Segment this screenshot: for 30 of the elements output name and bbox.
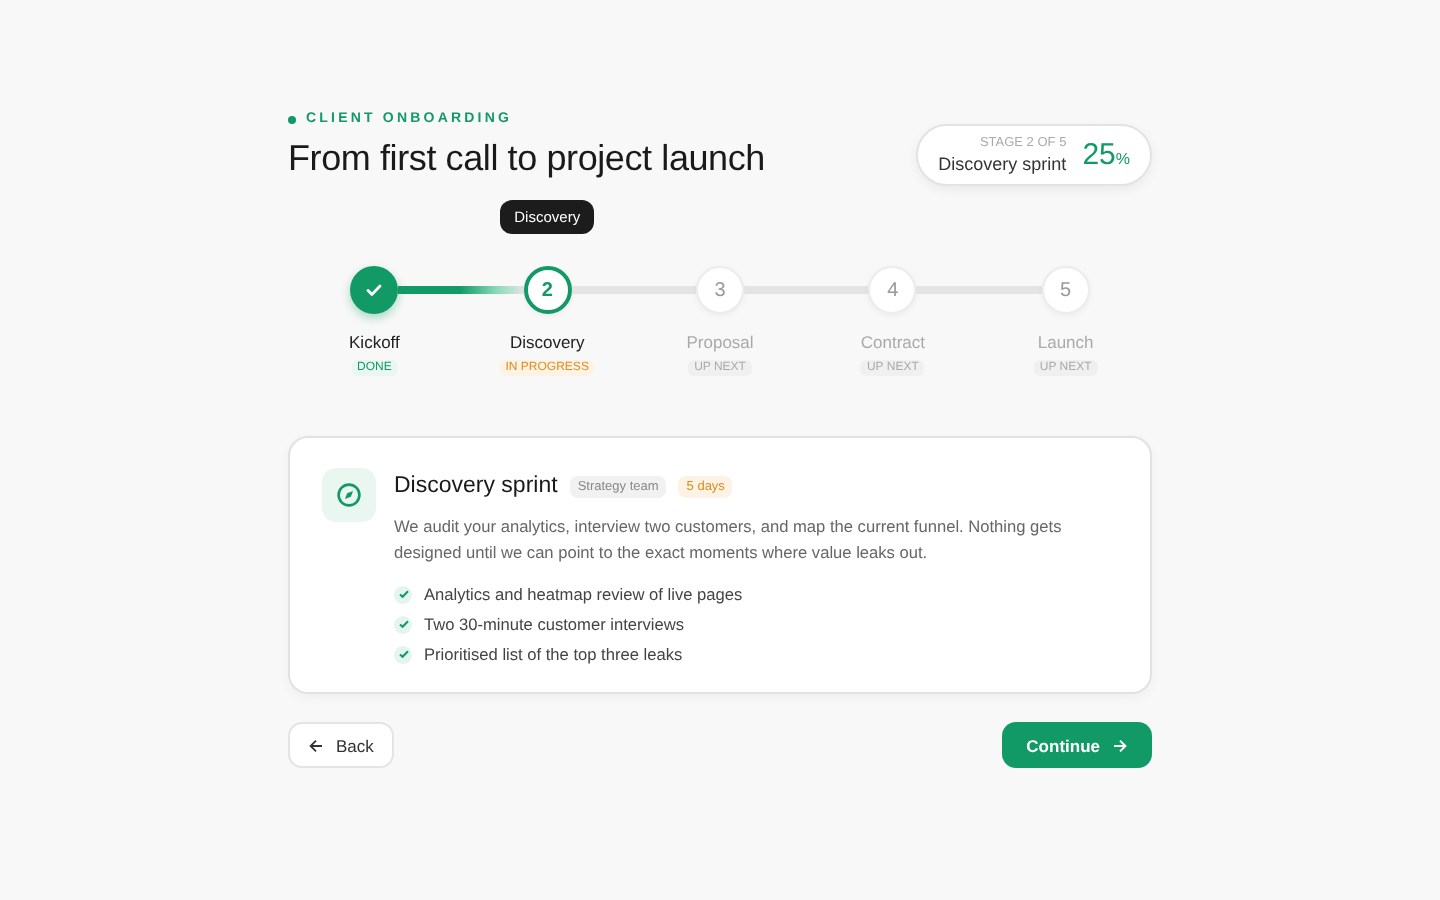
step-label: Launch bbox=[1037, 332, 1094, 352]
arrow-left-icon bbox=[308, 737, 324, 753]
step-number: 5 bbox=[1060, 279, 1072, 301]
step-circle[interactable]: 5 bbox=[1041, 266, 1090, 314]
checklist-item: Two 30-minute customer interviews bbox=[424, 614, 685, 634]
step-label: Discovery bbox=[509, 332, 585, 352]
stage-name: Discovery sprint bbox=[938, 154, 1067, 174]
step-circle[interactable]: 2 bbox=[523, 266, 572, 314]
page-title: From first call to project launch bbox=[288, 138, 765, 180]
step-circle[interactable]: 3 bbox=[696, 266, 745, 314]
step-label: Contract bbox=[860, 332, 925, 352]
card-description: We audit your analytics, interview two customers, and map the current funnel. Nothing gets designed until we can point to the exact moments where value leaks out. bbox=[394, 514, 1064, 566]
step-number: 4 bbox=[887, 279, 899, 301]
compass-icon bbox=[322, 468, 376, 522]
step-circle[interactable] bbox=[350, 266, 399, 314]
step-number: 3 bbox=[714, 279, 726, 301]
step-label: Proposal bbox=[686, 332, 754, 352]
card-title: Discovery sprint bbox=[394, 474, 558, 498]
checklist-item: Prioritised list of the top three leaks bbox=[424, 644, 683, 664]
arrow-right-icon bbox=[1112, 737, 1128, 753]
percent-unit: % bbox=[1115, 150, 1130, 168]
step-label: Kickoff bbox=[349, 332, 400, 352]
progress-percent: 25 bbox=[1082, 138, 1116, 172]
step-number: 2 bbox=[541, 279, 553, 301]
back-button[interactable]: Back bbox=[288, 722, 394, 768]
step-circle[interactable]: 4 bbox=[868, 266, 917, 314]
check-icon bbox=[364, 280, 385, 300]
checklist-item: Analytics and heatmap review of live pages bbox=[424, 584, 743, 604]
continue-button[interactable]: Continue bbox=[1002, 722, 1152, 768]
accent-dot bbox=[288, 115, 296, 123]
